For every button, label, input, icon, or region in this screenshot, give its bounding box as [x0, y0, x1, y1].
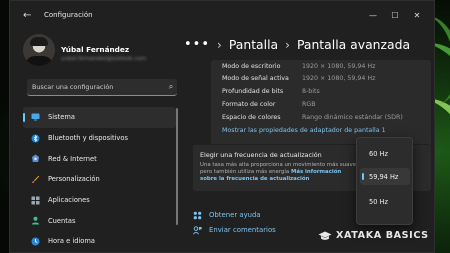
sidebar-scrollbar[interactable] [176, 108, 178, 225]
sidebar-item-label: Aplicaciones [48, 196, 90, 205]
refresh-rate-option-selected[interactable]: 59,94 Hz [360, 168, 410, 185]
sidebar-item-network[interactable]: Red & Internet [23, 148, 176, 169]
watermark-text: XATAKA BASICS [336, 230, 429, 241]
brush-icon [30, 174, 40, 184]
sidebar-item-sistema[interactable]: Sistema [23, 107, 176, 128]
info-label: Formato de color [222, 101, 276, 108]
main-content: ••• › Pantalla › Pantalla avanzada Modo … [181, 30, 434, 252]
breadcrumb-parent[interactable]: Pantalla [229, 37, 278, 52]
sidebar-item-label: Hora e idioma [48, 237, 95, 246]
page-title: Pantalla avanzada [296, 37, 411, 52]
refresh-rate-title: Elegir una frecuencia de actualización [200, 151, 322, 159]
refresh-rate-dropdown[interactable]: 60 Hz 59,94 Hz 50 Hz [356, 137, 413, 225]
system-icon [30, 112, 40, 122]
info-value: 8-bits [302, 88, 320, 95]
feedback-link[interactable]: Enviar comentarios [192, 224, 276, 236]
title-bar: ← Configuración — ☐ ✕ [10, 1, 434, 30]
avatar-hair [30, 37, 48, 46]
sidebar-item-time-language[interactable]: Hora e idioma [23, 231, 176, 252]
get-help-link[interactable]: Obtener ayuda [192, 209, 261, 221]
help-icon [192, 210, 202, 220]
chevron-right-icon: › [217, 37, 222, 52]
xataka-watermark: XATAKA BASICS [318, 230, 429, 241]
apps-icon [30, 195, 40, 205]
close-icon[interactable]: ✕ [406, 7, 428, 23]
window-controls: — ☐ ✕ [362, 7, 428, 23]
info-value: Rango dinámico estándar (SDR) [302, 114, 403, 121]
settings-window: ← Configuración — ☐ ✕ Yúbal Fernández yu… [9, 0, 435, 253]
info-label: Modo de señal activa [222, 75, 289, 82]
sidebar-item-personalization[interactable]: Personalización [23, 169, 176, 190]
sidebar-item-label: Cuentas [48, 216, 76, 225]
info-value: 1920 × 1080, 59,94 Hz [302, 63, 376, 70]
feedback-icon [192, 225, 202, 235]
user-name: Yúbal Fernández [61, 45, 130, 54]
refresh-rate-option[interactable]: 60 Hz [360, 145, 410, 162]
avatar-body [25, 56, 53, 66]
maximize-icon[interactable]: ☐ [384, 7, 406, 23]
minimize-icon[interactable]: — [362, 7, 384, 23]
network-icon [30, 154, 40, 164]
sidebar-item-label: Personalización [48, 175, 100, 184]
info-label: Modo de escritorio [222, 63, 281, 70]
avatar[interactable] [23, 34, 55, 66]
sidebar-item-accounts[interactable]: Cuentas [23, 210, 176, 231]
refresh-rate-option[interactable]: 50 Hz [360, 193, 410, 210]
more-breadcrumbs-button[interactable]: ••• [184, 37, 210, 52]
search-icon[interactable]: ⌕ [165, 82, 177, 92]
refresh-rate-description: Una tasa más alta proporciona un movimie… [200, 162, 360, 184]
user-email: yubal.fernandez@outlook.com [61, 56, 147, 62]
sidebar-nav: Sistema Bluetooth y dispositivos Red & I… [23, 107, 176, 252]
sidebar-item-label: Red & Internet [48, 154, 97, 163]
sidebar-item-label: Sistema [48, 113, 75, 122]
adapter-properties-link[interactable]: Mostrar las propiedades de adaptador de … [222, 127, 386, 134]
info-value: RGB [302, 101, 316, 108]
search-placeholder: Buscar una configuración [32, 83, 114, 91]
search-input[interactable]: Buscar una configuración ⌕ [27, 79, 177, 96]
window-title: Configuración [44, 11, 93, 19]
info-row: Espacio de colores Rango dinámico estánd… [222, 114, 422, 124]
sidebar: Yúbal Fernández yubal.fernandez@outlook.… [10, 30, 181, 252]
clock-globe-icon [30, 236, 40, 246]
info-row: Profundidad de bits 8-bits [222, 88, 422, 98]
feedback-label: Enviar comentarios [209, 226, 276, 234]
graduation-cap-icon [318, 231, 332, 240]
sidebar-item-bluetooth[interactable]: Bluetooth y dispositivos [23, 128, 176, 149]
info-row: Modo de señal activa 1920 × 1080, 59,94 … [222, 75, 422, 85]
info-label: Profundidad de bits [222, 88, 284, 95]
get-help-label: Obtener ayuda [209, 211, 261, 219]
info-row: Formato de color RGB [222, 101, 422, 111]
bluetooth-icon [30, 133, 40, 143]
sidebar-item-apps[interactable]: Aplicaciones [23, 190, 176, 211]
chevron-right-icon: › [285, 37, 290, 52]
account-icon [30, 216, 40, 226]
info-label: Espacio de colores [222, 114, 281, 121]
sidebar-item-label: Bluetooth y dispositivos [48, 134, 128, 143]
info-row: Modo de escritorio 1920 × 1080, 59,94 Hz [222, 63, 422, 73]
breadcrumb: ••• › Pantalla › Pantalla avanzada [184, 37, 410, 52]
back-arrow-icon[interactable]: ← [23, 10, 31, 21]
info-value: 1920 × 1080, 59,94 Hz [302, 75, 376, 82]
